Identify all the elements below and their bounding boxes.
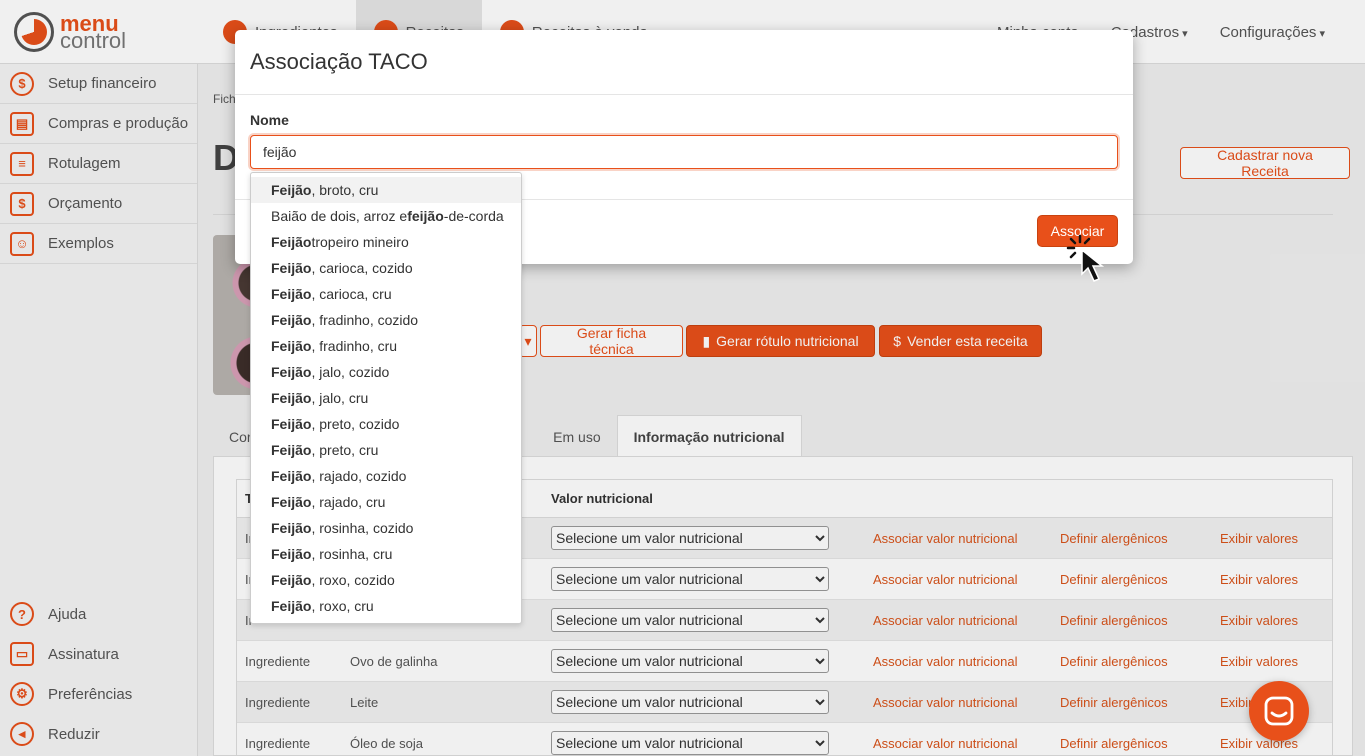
autocomplete-item[interactable]: Feijão, fradinho, cozido [251,307,521,333]
autocomplete-item[interactable]: Feijão, carioca, cozido [251,255,521,281]
chat-icon [1264,696,1294,726]
autocomplete-dropdown: Feijão, broto, cru Baião de dois, arroz e… [250,172,522,624]
modal-title: Associação TACO [250,49,428,74]
autocomplete-item[interactable]: Feijão, roxo, cozido [251,567,521,593]
autocomplete-item[interactable]: Feijão, carioca, cru [251,281,521,307]
autocomplete-item[interactable]: Feijão, broto, cru [251,177,521,203]
autocomplete-item[interactable]: Baião de dois, arroz e feijão -de-corda [251,203,521,229]
autocomplete-item[interactable]: Feijão, rosinha, cru [251,541,521,567]
name-label: Nome [250,112,289,128]
autocomplete-item[interactable]: Feijão, roxo, cru [251,593,521,619]
autocomplete-item[interactable]: Feijão, rajado, cru [251,489,521,515]
autocomplete-item[interactable]: Feijão, rajado, cozido [251,463,521,489]
autocomplete-item[interactable]: Feijão tropeiro mineiro [251,229,521,255]
autocomplete-item[interactable]: Feijão, preto, cozido [251,411,521,437]
autocomplete-item[interactable]: Feijão, fradinho, cru [251,333,521,359]
autocomplete-item[interactable]: Feijão, rosinha, cozido [251,515,521,541]
autocomplete-item[interactable]: Feijão, jalo, cru [251,385,521,411]
modal-header: Associação TACO [235,30,1133,95]
name-search-input[interactable] [250,135,1118,169]
mouse-cursor-icon [1066,234,1105,282]
chat-support-button[interactable] [1249,681,1309,741]
autocomplete-item[interactable]: Feijão, jalo, cozido [251,359,521,385]
autocomplete-item[interactable]: Feijão, preto, cru [251,437,521,463]
